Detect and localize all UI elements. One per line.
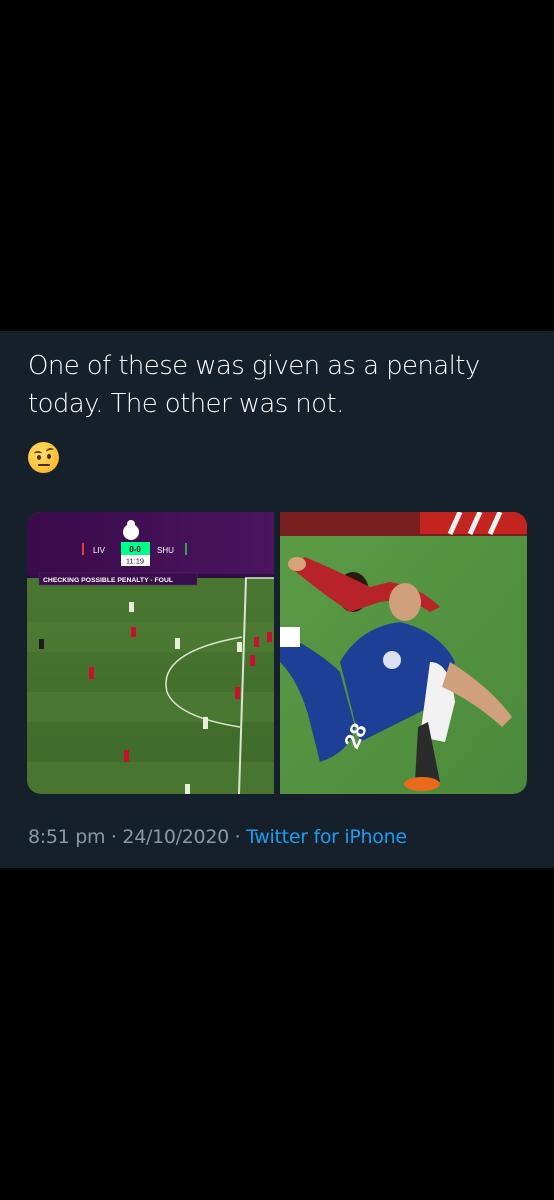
tweet-text: One of these was given as a penalty toda… <box>28 347 528 423</box>
tweet-time[interactable]: 8:51 pm <box>28 826 105 848</box>
separator-dot: · <box>228 826 247 848</box>
tweet-media[interactable]: LIV 0-0 SHU 11:19 CHECKING POSSIBLE PENA… <box>27 512 527 794</box>
tweet-timestamp: 8:51 pm · 24/10/2020 · Twitter for iPhon… <box>28 826 407 848</box>
away-team: SHU <box>157 546 174 555</box>
chelsea-crest-icon <box>383 651 401 669</box>
tweet-date[interactable]: 24/10/2020 <box>122 826 229 848</box>
raised-eyebrow-emoji-icon <box>28 442 59 473</box>
photo-var-check[interactable]: LIV 0-0 SHU 11:19 CHECKING POSSIBLE PENA… <box>27 512 274 794</box>
var-banner: CHECKING POSSIBLE PENALTY - FOUL <box>43 577 173 584</box>
home-team: LIV <box>93 546 106 555</box>
separator-dot: · <box>105 826 123 848</box>
tweet-card[interactable]: One of these was given as a penalty toda… <box>0 331 554 868</box>
tweet-text-line-2: today. The other was not. <box>28 389 344 419</box>
tweet-source-link[interactable]: Twitter for iPhone <box>246 826 407 848</box>
match-clock: 11:19 <box>126 557 144 566</box>
tweet-text-line-1: One of these was given as a penalty <box>28 351 480 381</box>
photo-tackle[interactable]: 28 <box>280 512 527 794</box>
score: 0-0 <box>129 545 141 554</box>
